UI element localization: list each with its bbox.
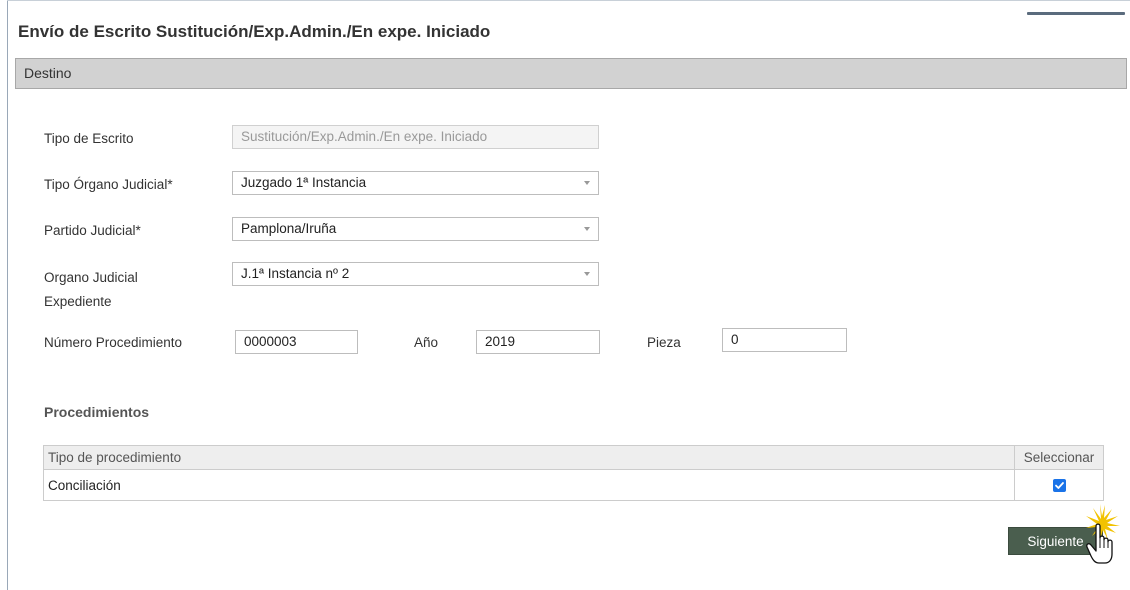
top-tab-indicator bbox=[1027, 12, 1125, 15]
table-row: Conciliación bbox=[43, 469, 1104, 501]
partido-judicial-select[interactable]: Pamplona/Iruña bbox=[232, 217, 599, 241]
organo-judicial-select[interactable]: J.1ª Instancia nº 2 bbox=[232, 262, 599, 286]
tipo-escrito-label: Tipo de Escrito bbox=[44, 131, 134, 146]
chevron-down-icon bbox=[584, 181, 590, 185]
tipo-escrito-value: Sustitución/Exp.Admin./En expe. Iniciado bbox=[241, 129, 488, 144]
table-cell-seleccionar bbox=[1014, 469, 1104, 501]
anio-input[interactable]: 2019 bbox=[476, 330, 600, 354]
procedimientos-table: Tipo de procedimiento Seleccionar Concil… bbox=[43, 445, 1104, 501]
anio-label: Año bbox=[414, 335, 439, 350]
hand-pointer-icon bbox=[1086, 504, 1120, 564]
table-header-row: Tipo de procedimiento Seleccionar bbox=[43, 445, 1104, 470]
procedimientos-heading: Procedimientos bbox=[44, 404, 150, 420]
chevron-down-icon bbox=[584, 227, 590, 231]
select-checkbox[interactable] bbox=[1052, 479, 1066, 493]
pieza-label: Pieza bbox=[647, 335, 681, 350]
numero-procedimiento-input[interactable]: 0000003 bbox=[235, 330, 358, 354]
frame-left-border bbox=[7, 0, 8, 590]
page-title: Envío de Escrito Sustitución/Exp.Admin./… bbox=[18, 22, 491, 41]
column-header-tipo: Tipo de procedimiento bbox=[43, 445, 1015, 470]
column-header-seleccionar: Seleccionar bbox=[1014, 445, 1104, 470]
anio-value: 2019 bbox=[485, 334, 516, 349]
tipo-organo-label: Tipo Órgano Judicial* bbox=[44, 177, 173, 192]
pieza-value: 0 bbox=[731, 332, 739, 347]
tipo-escrito-field: Sustitución/Exp.Admin./En expe. Iniciado bbox=[232, 125, 599, 149]
chevron-down-icon bbox=[584, 272, 590, 276]
frame-top-border bbox=[7, 0, 1130, 1]
table-cell-tipo: Conciliación bbox=[43, 469, 1015, 501]
expediente-label: Expediente bbox=[44, 294, 112, 309]
organo-judicial-label: Organo Judicial bbox=[44, 270, 138, 285]
tipo-organo-select[interactable]: Juzgado 1ª Instancia bbox=[232, 171, 599, 195]
tipo-organo-value: Juzgado 1ª Instancia bbox=[241, 175, 367, 190]
pieza-input[interactable]: 0 bbox=[722, 328, 847, 352]
partido-judicial-value: Pamplona/Iruña bbox=[241, 221, 337, 236]
checkmark-icon bbox=[1054, 482, 1064, 490]
numero-procedimiento-value: 0000003 bbox=[244, 334, 297, 349]
organo-judicial-value: J.1ª Instancia nº 2 bbox=[241, 266, 350, 281]
section-header-destino: Destino bbox=[15, 58, 1127, 89]
partido-judicial-label: Partido Judicial* bbox=[44, 223, 141, 238]
numero-procedimiento-label: Número Procedimiento bbox=[44, 335, 183, 350]
